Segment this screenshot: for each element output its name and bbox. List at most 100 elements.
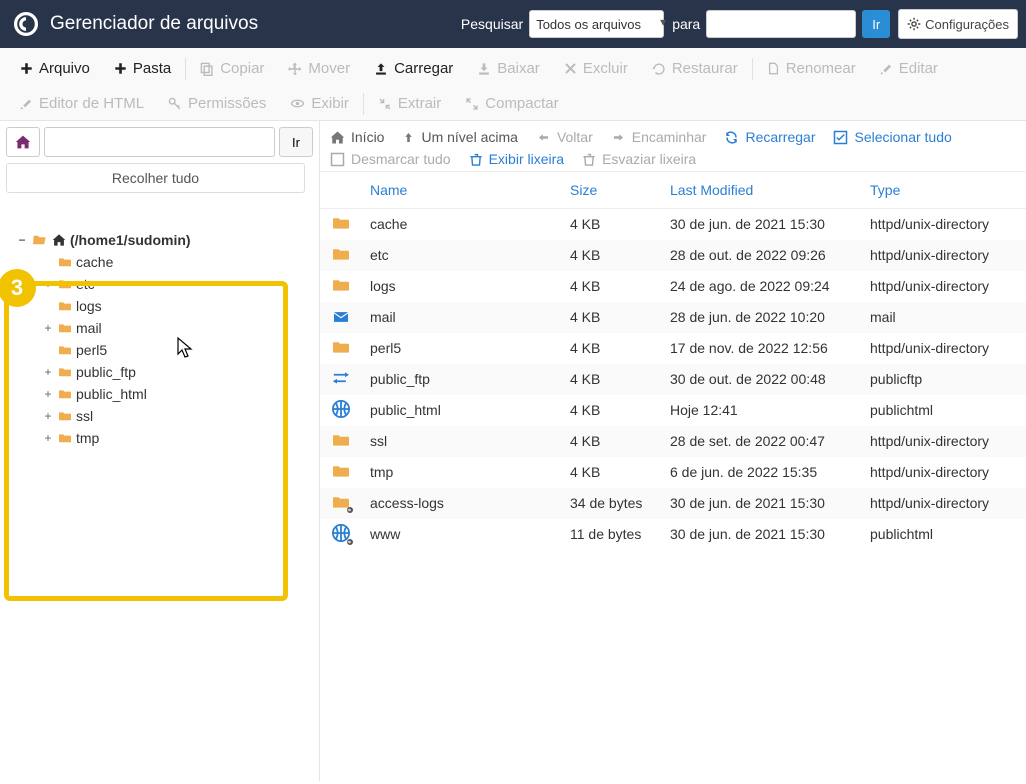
tree-item-ssl[interactable]: +ssl [42, 405, 313, 427]
globe-icon [330, 400, 352, 418]
copy-icon [200, 62, 214, 76]
restore-button[interactable]: Restaurar [640, 54, 750, 83]
cell-type: httpd/unix-directory [862, 457, 1026, 488]
settings-button[interactable]: Configurações [898, 9, 1018, 39]
cell-modified: 17 de nov. de 2022 12:56 [662, 333, 862, 364]
download-button[interactable]: Baixar [465, 54, 552, 83]
upload-button[interactable]: Carregar [362, 54, 465, 83]
folder-icon [330, 462, 352, 480]
table-row[interactable]: etc4 KB28 de out. de 2022 09:26httpd/uni… [320, 240, 1026, 271]
table-row[interactable]: logs4 KB24 de ago. de 2022 09:24httpd/un… [320, 271, 1026, 302]
empty-trash-button[interactable]: Esvaziar lixeira [582, 151, 696, 167]
delete-button[interactable]: Excluir [552, 54, 640, 83]
html-editor-button[interactable]: Editor de HTML [8, 89, 156, 118]
view-button[interactable]: Exibir [278, 89, 361, 118]
move-button[interactable]: Mover [276, 54, 362, 83]
deselect-all-button[interactable]: Desmarcar tudo [330, 151, 451, 167]
col-size[interactable]: Size [562, 172, 662, 209]
compress-button[interactable]: Compactar [453, 89, 570, 118]
cell-size: 34 de bytes [562, 488, 662, 519]
cell-modified: 30 de out. de 2022 00:48 [662, 364, 862, 395]
search-scope-select[interactable]: Todos os arquivos [529, 10, 664, 38]
new-file-button[interactable]: Arquivo [8, 54, 102, 83]
cell-modified: 28 de set. de 2022 00:47 [662, 426, 862, 457]
folder-icon [330, 276, 352, 294]
edit-button[interactable]: Editar [868, 54, 950, 83]
path-input[interactable] [44, 127, 275, 157]
tree-item-perl5[interactable]: perl5 [42, 339, 313, 361]
compress-icon [465, 97, 479, 111]
path-go-button[interactable]: Ir [279, 127, 313, 157]
copy-button[interactable]: Copiar [188, 54, 276, 83]
col-name[interactable]: Name [362, 172, 562, 209]
search-input[interactable] [706, 10, 856, 38]
table-row[interactable]: www11 de bytes30 de jun. de 2021 15:30pu… [320, 519, 1026, 550]
cell-type: publicftp [862, 364, 1026, 395]
cell-name: www [362, 519, 562, 550]
table-row[interactable]: perl54 KB17 de nov. de 2022 12:56httpd/u… [320, 333, 1026, 364]
tree-item-public-ftp[interactable]: +public_ftp [42, 361, 313, 383]
new-folder-button[interactable]: Pasta [102, 54, 183, 83]
pencil-icon [20, 97, 33, 110]
folder-icon [58, 300, 72, 312]
col-modified[interactable]: Last Modified [662, 172, 862, 209]
table-row[interactable]: cache4 KB30 de jun. de 2021 15:30httpd/u… [320, 209, 1026, 240]
nav-up-button[interactable]: Um nível acima [402, 129, 517, 145]
table-row[interactable]: tmp4 KB6 de jun. de 2022 15:35httpd/unix… [320, 457, 1026, 488]
folder-icon [58, 322, 72, 334]
select-all-button[interactable]: Selecionar tudo [833, 129, 951, 145]
col-type[interactable]: Type [862, 172, 1026, 209]
settings-label: Configurações [925, 17, 1009, 32]
table-row[interactable]: public_html4 KBHoje 12:41publichtml [320, 395, 1026, 426]
plus-icon: + [42, 321, 54, 335]
folder-icon [58, 278, 72, 290]
tree-root[interactable]: − (/home1/sudomin) [16, 229, 313, 251]
plus-icon [20, 62, 33, 75]
nav-home-button[interactable]: Início [330, 129, 384, 145]
home-button[interactable] [6, 127, 40, 157]
tree-item-public-html[interactable]: +public_html [42, 383, 313, 405]
plus-icon: + [42, 431, 54, 445]
folder-icon [58, 344, 72, 356]
tree-item-cache[interactable]: cache [42, 251, 313, 273]
trash-icon [582, 152, 596, 167]
extract-button[interactable]: Extrair [366, 89, 453, 118]
cell-name: mail [362, 302, 562, 333]
plus-icon: + [42, 387, 54, 401]
folder-icon [58, 410, 72, 422]
folder-icon [58, 388, 72, 400]
tree-item-mail[interactable]: +mail [42, 317, 313, 339]
table-row[interactable]: ssl4 KB28 de set. de 2022 00:47httpd/uni… [320, 426, 1026, 457]
tree-item-etc[interactable]: +etc [42, 273, 313, 295]
search-label: Pesquisar [461, 16, 523, 32]
search-go-button[interactable]: Ir [862, 10, 890, 38]
tree-item-tmp[interactable]: +tmp [42, 427, 313, 449]
arrow-left-icon [536, 131, 551, 144]
cell-name: etc [362, 240, 562, 271]
view-trash-button[interactable]: Exibir lixeira [469, 151, 564, 167]
table-row[interactable]: access-logs34 de bytes30 de jun. de 2021… [320, 488, 1026, 519]
collapse-all-button[interactable]: Recolher tudo [6, 163, 305, 193]
cell-type: publichtml [862, 395, 1026, 426]
cell-name: ssl [362, 426, 562, 457]
reload-button[interactable]: Recarregar [724, 129, 815, 145]
cell-type: httpd/unix-directory [862, 209, 1026, 240]
content-toolbar: Início Um nível acima Voltar Encaminhar … [320, 121, 1026, 172]
extract-icon [378, 97, 392, 111]
nav-forward-button[interactable]: Encaminhar [611, 129, 707, 145]
app-title: Gerenciador de arquivos [50, 13, 258, 35]
cell-size: 11 de bytes [562, 519, 662, 550]
table-row[interactable]: public_ftp4 KB30 de out. de 2022 00:48pu… [320, 364, 1026, 395]
upload-icon [374, 62, 388, 76]
trash-icon [469, 152, 483, 167]
arrow-up-icon [402, 130, 415, 145]
file-icon [767, 62, 780, 75]
plus-icon [114, 62, 127, 75]
home-icon [52, 233, 66, 247]
rename-button[interactable]: Renomear [755, 54, 868, 83]
tree-item-logs[interactable]: logs [42, 295, 313, 317]
nav-back-button[interactable]: Voltar [536, 129, 593, 145]
cpanel-logo-icon [12, 10, 40, 38]
table-row[interactable]: mail4 KB28 de jun. de 2022 10:20mail [320, 302, 1026, 333]
permissions-button[interactable]: Permissões [156, 89, 278, 118]
